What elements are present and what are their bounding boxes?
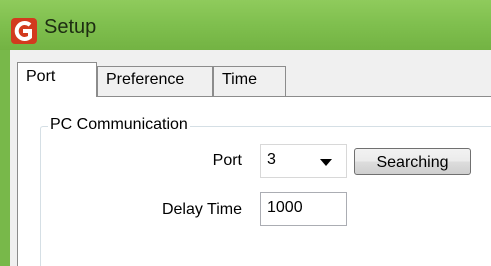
delay-time-input[interactable]: 1000: [260, 192, 347, 226]
window-title: Setup: [44, 16, 97, 38]
tab-preference[interactable]: Preference: [97, 66, 213, 96]
port-label: Port: [212, 152, 242, 169]
delay-time-label: Delay Time: [161, 201, 242, 218]
tab-time[interactable]: Time: [213, 66, 286, 96]
port-select[interactable]: 3: [260, 144, 347, 178]
title-bar: Setup: [0, 0, 491, 50]
tab-port[interactable]: Port: [17, 62, 97, 97]
chevron-down-icon[interactable]: [320, 159, 332, 166]
group-label: PC Communication: [48, 116, 190, 134]
searching-button[interactable]: Searching: [354, 148, 471, 175]
port-select-value: 3: [267, 151, 276, 168]
app-logo-icon: [11, 18, 37, 44]
